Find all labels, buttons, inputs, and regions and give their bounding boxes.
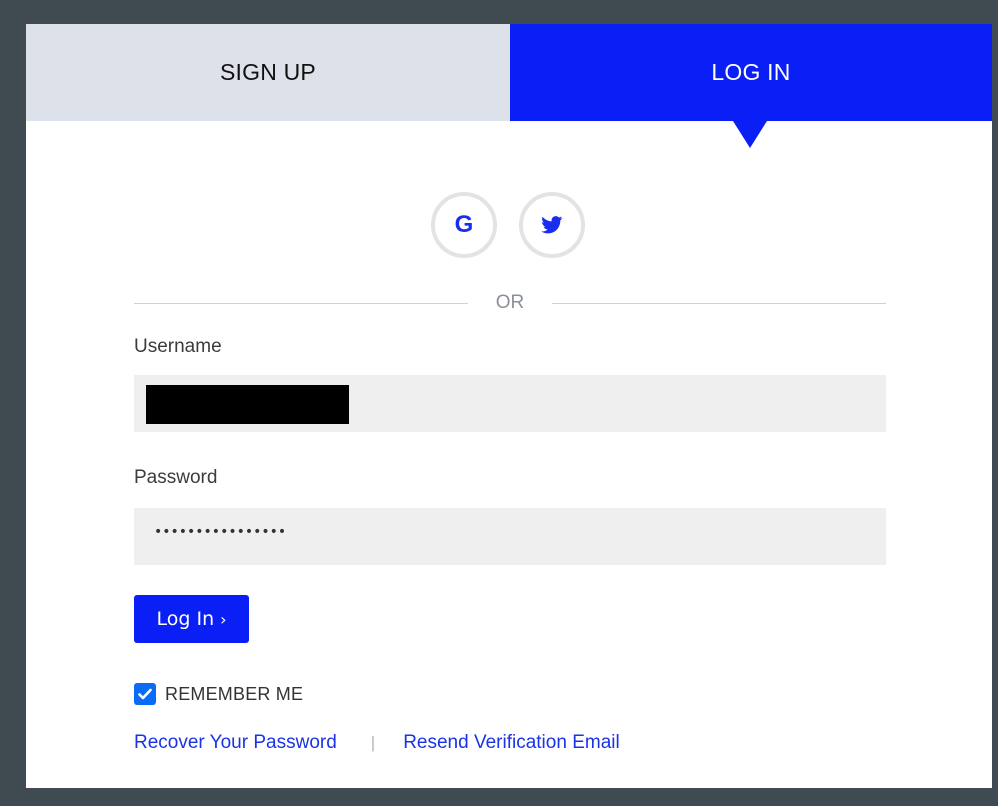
resend-verification-link[interactable]: Resend Verification Email xyxy=(403,732,620,754)
twitter-icon xyxy=(541,216,563,234)
account-help-links: Recover Your Password | Resend Verificat… xyxy=(134,731,620,755)
login-panel: SIGN UP LOG IN G OR Username Password ••… xyxy=(26,24,992,788)
divider-line-left xyxy=(134,303,468,304)
log-in-button[interactable]: Log In › xyxy=(134,595,249,643)
google-login-button[interactable]: G xyxy=(431,192,497,258)
auth-tabs: SIGN UP LOG IN xyxy=(26,24,992,121)
chevron-right-icon: › xyxy=(220,609,227,629)
username-label: Username xyxy=(134,336,222,357)
divider-line-right xyxy=(552,303,886,304)
tab-log-in[interactable]: LOG IN xyxy=(510,24,992,121)
password-masked-value: •••••••••••••••• xyxy=(154,524,287,540)
tab-log-in-label: LOG IN xyxy=(711,59,791,85)
link-separator: | xyxy=(370,733,376,752)
remember-me-checkbox[interactable] xyxy=(134,683,156,705)
redacted-username-value xyxy=(146,385,349,424)
or-divider: OR xyxy=(134,292,886,314)
remember-me-toggle[interactable]: REMEMBER ME xyxy=(134,683,303,705)
password-input[interactable]: •••••••••••••••• xyxy=(134,508,886,565)
google-icon: G xyxy=(454,211,474,238)
tab-sign-up[interactable]: SIGN UP xyxy=(26,24,510,121)
tab-sign-up-label: SIGN UP xyxy=(220,59,316,85)
log-in-button-label: Log In xyxy=(156,608,215,630)
username-input[interactable] xyxy=(134,375,886,432)
remember-me-label: REMEMBER ME xyxy=(165,683,304,704)
checkmark-icon xyxy=(138,688,152,700)
or-text: OR xyxy=(495,292,525,313)
active-tab-pointer xyxy=(733,121,767,148)
password-label: Password xyxy=(134,467,218,488)
recover-password-link[interactable]: Recover Your Password xyxy=(134,732,337,754)
twitter-login-button[interactable] xyxy=(519,192,585,258)
